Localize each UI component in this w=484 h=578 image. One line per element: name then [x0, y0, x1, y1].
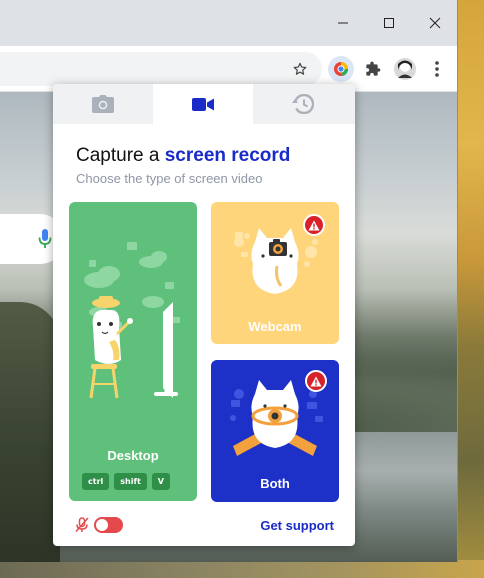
background-trees	[0, 302, 60, 562]
warning-icon	[308, 220, 320, 230]
camera-icon	[92, 95, 114, 113]
video-camera-icon	[192, 97, 214, 111]
star-icon	[293, 62, 307, 75]
both-card-label: Both	[260, 476, 290, 491]
screen-recorder-popup: Capture a screen record Choose the type …	[53, 84, 355, 546]
title-prefix: Capture a	[76, 145, 160, 166]
desktop-card-label: Desktop	[107, 448, 159, 463]
screen-recorder-extension-button[interactable]	[328, 56, 354, 82]
popup-title: Capture a screen record	[76, 145, 290, 167]
more-vert-icon	[435, 61, 439, 77]
puzzle-icon	[366, 61, 381, 76]
get-support-link[interactable]: Get support	[260, 518, 334, 533]
warning-icon	[310, 376, 322, 386]
address-bar[interactable]	[0, 52, 322, 86]
tab-history[interactable]	[253, 84, 353, 124]
profile-button[interactable]	[392, 56, 418, 82]
browser-menu-button[interactable]	[424, 56, 450, 82]
close-icon	[429, 17, 441, 29]
shortcut-key-v: V	[151, 473, 170, 490]
minimize-button[interactable]	[320, 0, 366, 46]
webcam-warning-badge	[303, 214, 325, 236]
screen-recorder-icon	[334, 62, 348, 76]
history-icon	[292, 94, 314, 114]
popup-subtitle: Choose the type of screen video	[76, 171, 263, 186]
bookmark-button[interactable]	[287, 56, 313, 82]
title-accent: screen record	[164, 145, 291, 166]
title-bar	[0, 0, 457, 46]
extensions-button[interactable]	[360, 56, 386, 82]
minimize-icon	[338, 22, 348, 24]
microphone-toggle[interactable]	[94, 517, 123, 533]
webcam-record-card[interactable]: Webcam	[211, 202, 339, 344]
mic-icon[interactable]	[38, 228, 52, 250]
both-record-card[interactable]: Both	[211, 360, 339, 502]
shortcut-key-ctrl: ctrl	[82, 473, 110, 490]
desktop-record-card[interactable]: Desktop ctrl shift V	[69, 202, 197, 501]
webcam-card-label: Webcam	[248, 319, 302, 334]
desktop-wallpaper	[458, 0, 484, 578]
toggle-knob	[96, 519, 108, 531]
desktop-illustration	[84, 242, 180, 399]
tab-screenshot[interactable]	[53, 84, 153, 124]
avatar	[394, 58, 416, 80]
desktop-shortcut: ctrl shift V	[82, 473, 170, 490]
maximize-button[interactable]	[366, 0, 412, 46]
mic-off-icon	[75, 517, 89, 532]
close-button[interactable]	[412, 0, 457, 46]
desktop-wallpaper-bottom	[0, 560, 484, 578]
shortcut-key-shift: shift	[114, 473, 147, 490]
both-warning-badge	[305, 370, 327, 392]
mode-tabs	[53, 84, 355, 124]
tab-screen-record[interactable]	[153, 84, 253, 124]
maximize-icon	[384, 18, 394, 28]
